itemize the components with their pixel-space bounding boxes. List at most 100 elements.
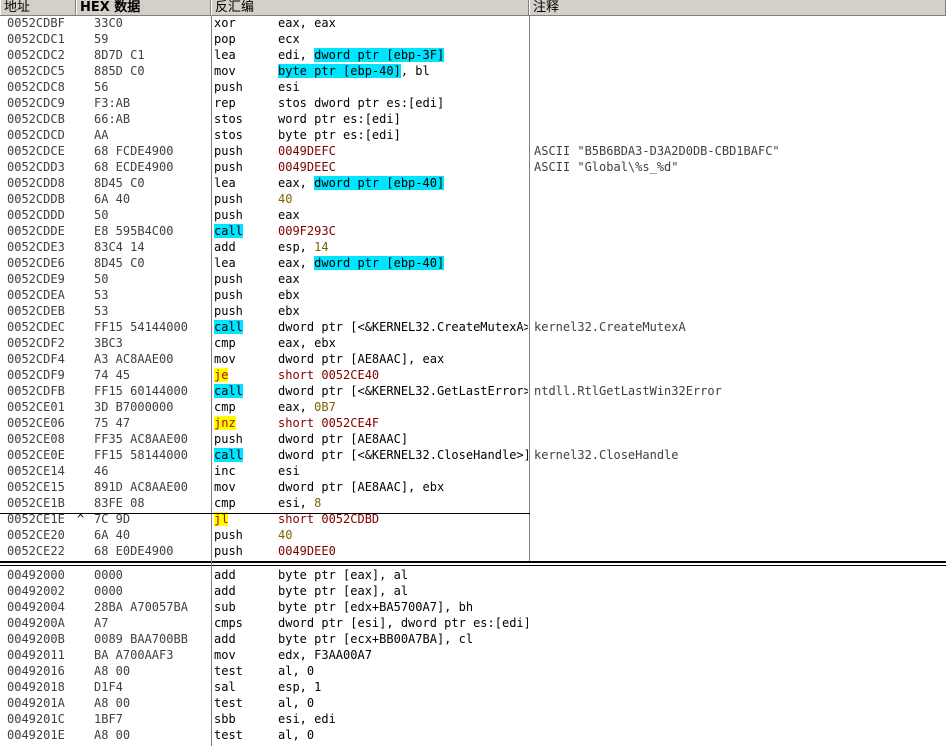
- mnemonic: add: [214, 240, 236, 254]
- disasm-row[interactable]: 0049201E A8 00 test al, 0: [0, 727, 946, 743]
- comment-cell: kernel32.CreateMutexA: [534, 320, 686, 334]
- operands-cell: eax: [278, 207, 528, 223]
- operands-cell: dword ptr [<&KERNEL32.CreateMutexA>]: [278, 319, 528, 335]
- disasm-row[interactable]: 0049201C 1BF7 sbb esi, edi: [0, 711, 946, 727]
- disasm-row[interactable]: 0052CDC5 885D C0 mov byte ptr [ebp-40], bl: [0, 63, 946, 79]
- disasm-row[interactable]: 0052CDD8 8D45 C0 lea eax, dword ptr [ebp-40…: [0, 175, 946, 191]
- disasm-row[interactable]: 0052CDEA 53 push ebx: [0, 287, 946, 303]
- operand: dword ptr [ebp-3F]: [314, 48, 445, 62]
- mnemonic: mov: [214, 648, 236, 662]
- address-cell: 0052CDE6: [7, 256, 65, 270]
- disasm-row[interactable]: 00492016 A8 00 test al, 0: [0, 663, 946, 679]
- address-cell: 00492016: [7, 664, 65, 678]
- hex-cell: 74 45: [94, 368, 131, 382]
- mnemonic: push: [214, 144, 243, 158]
- hex-cell: 28BA A70057BA: [94, 600, 188, 614]
- disasm-row[interactable]: 0052CDC9 F3:AB rep stos dword ptr es:[edi]: [0, 95, 946, 111]
- disasm-row[interactable]: 0052CE22 68 E0DE4900 push 0049DEE0: [0, 543, 946, 559]
- mnemonic: rep: [214, 96, 236, 110]
- mnemonic: sbb: [214, 712, 236, 726]
- mnemonic-cell: push: [214, 159, 276, 175]
- disasm-row[interactable]: 0052CDCE 68 FCDE4900 push 0049DEFC ASCII "B5…: [0, 143, 946, 159]
- disasm-row[interactable]: 0049200A A7 cmps dword ptr [esi], dword ptr…: [0, 615, 946, 631]
- mnemonic-cell: add: [214, 567, 276, 583]
- address-cell: 0049201A: [7, 696, 65, 710]
- disasm-row[interactable]: 0052CE06 75 47 jnz short 0052CE4F: [0, 415, 946, 431]
- mnemonic-cell: push: [214, 191, 276, 207]
- operands-cell: al, 0: [278, 695, 528, 711]
- disasm-row[interactable]: 0052CDEC FF15 54144000 call dword ptr [<&KE…: [0, 319, 946, 335]
- mnemonic-cell: je: [214, 367, 276, 383]
- disasm-row[interactable]: 0052CDDE E8 595B4C00 call 009F293C: [0, 223, 946, 239]
- disasm-row[interactable]: 0052CDC1 59 pop ecx: [0, 31, 946, 47]
- mnemonic: stos: [214, 112, 243, 126]
- address-cell: 0052CDC8: [7, 80, 65, 94]
- address-cell: 0052CDEC: [7, 320, 65, 334]
- memory-disassembly-pane[interactable]: 00492000 0000 add byte ptr [eax], al 0049200…: [0, 567, 946, 746]
- disasm-row[interactable]: 00492018 D1F4 sal esp, 1: [0, 679, 946, 695]
- address-cell: 0052CDBF: [7, 16, 65, 30]
- disasm-row[interactable]: 0052CE1B 83FE 08 cmp esi, 8: [0, 495, 946, 511]
- disassembly-pane[interactable]: 0052CDBF 33C0 xor eax, eax 0052CDC1 59 pop ecx 0…: [0, 15, 946, 561]
- header-hex-data[interactable]: HEX 数据: [76, 0, 211, 15]
- mnemonic: add: [214, 568, 236, 582]
- mnemonic: xor: [214, 16, 236, 30]
- address-cell: 00492002: [7, 584, 65, 598]
- pane-splitter[interactable]: [0, 561, 946, 563]
- operands-cell: esi, edi: [278, 711, 528, 727]
- disasm-row[interactable]: 0052CE0E FF15 58144000 call dword ptr [<&KE…: [0, 447, 946, 463]
- disasm-row[interactable]: 0052CDE6 8D45 C0 lea eax, dword ptr [ebp-40…: [0, 255, 946, 271]
- operands-cell: eax: [278, 271, 528, 287]
- header-comment[interactable]: 注释: [529, 0, 946, 15]
- disasm-row[interactable]: 0052CDC8 56 push esi: [0, 79, 946, 95]
- disasm-row[interactable]: 0052CE20 6A 40 push 40: [0, 527, 946, 543]
- pane-splitter-line: [0, 565, 946, 566]
- mnemonic-cell: add: [214, 583, 276, 599]
- disasm-row[interactable]: 00492002 0000 add byte ptr [eax], al: [0, 583, 946, 599]
- disasm-row[interactable]: 0052CE14 46 inc esi: [0, 463, 946, 479]
- disasm-row[interactable]: 0052CDCD AA stos byte ptr es:[edi]: [0, 127, 946, 143]
- address-cell: 0052CDFB: [7, 384, 65, 398]
- operands-cell: eax, ebx: [278, 335, 528, 351]
- hex-cell: 46: [94, 464, 109, 478]
- operands-cell: 009F293C: [278, 223, 528, 239]
- disasm-row[interactable]: 0052CDDB 6A 40 push 40: [0, 191, 946, 207]
- header-address[interactable]: 地址: [0, 0, 76, 15]
- disasm-row[interactable]: 0052CDF9 74 45 je short 0052CE40: [0, 367, 946, 383]
- hex-cell: 891D AC8AAE00: [94, 480, 188, 494]
- disasm-row[interactable]: 0052CDF4 A3 AC8AAE00 mov dword ptr [AE8AAC]…: [0, 351, 946, 367]
- disasm-row[interactable]: 0052CDFB FF15 60144000 call dword ptr [<&KE…: [0, 383, 946, 399]
- disasm-row[interactable]: 0052CE01 3D B7000000 cmp eax, 0B7: [0, 399, 946, 415]
- disasm-row[interactable]: 0052CDC2 8D7D C1 lea edi, dword ptr [ebp-3F…: [0, 47, 946, 63]
- disasm-row[interactable]: 0052CDBF 33C0 xor eax, eax: [0, 15, 946, 31]
- disasm-row[interactable]: 0052CDCB 66:AB stos word ptr es:[edi]: [0, 111, 946, 127]
- disasm-row[interactable]: 0049200B 0089 BAA700BB add byte ptr [ecx+BB…: [0, 631, 946, 647]
- mnemonic-cell: test: [214, 727, 276, 743]
- disasm-row[interactable]: 0052CDE9 50 push eax: [0, 271, 946, 287]
- address-cell: 0052CDDD: [7, 208, 65, 222]
- disasm-row[interactable]: 00492000 0000 add byte ptr [eax], al: [0, 567, 946, 583]
- hex-cell: E8 595B4C00: [94, 224, 174, 238]
- header-disassembly[interactable]: 反汇编: [211, 0, 529, 15]
- disasm-row[interactable]: 00492011 BA A700AAF3 mov edx, F3AA00A7: [0, 647, 946, 663]
- disasm-row[interactable]: 0049201A A8 00 test al, 0: [0, 695, 946, 711]
- hex-cell: 1BF7: [94, 712, 123, 726]
- mnemonic: cmp: [214, 336, 236, 350]
- disasm-row[interactable]: 0052CDE3 83C4 14 add esp, 14: [0, 239, 946, 255]
- disasm-row[interactable]: 0052CE15 891D AC8AAE00 mov dword ptr [AE8AA…: [0, 479, 946, 495]
- operand: dword ptr [esi], dword ptr es:[edi]: [278, 616, 528, 630]
- comment-cell: ASCII "Global\%s_%d": [534, 160, 679, 174]
- mnemonic-cell: push: [214, 207, 276, 223]
- operand: al, 0: [278, 696, 315, 710]
- disasm-row[interactable]: 0052CDEB 53 push ebx: [0, 303, 946, 319]
- operand: byte ptr [eax], al: [278, 584, 409, 598]
- disasm-row[interactable]: 0052CDD3 68 ECDE4900 push 0049DEEC ASCII "Gl…: [0, 159, 946, 175]
- disasm-row[interactable]: 0052CDF2 3BC3 cmp eax, ebx: [0, 335, 946, 351]
- disasm-row[interactable]: 0052CDDD 50 push eax: [0, 207, 946, 223]
- mnemonic-cell: push: [214, 543, 276, 559]
- operands-cell: ebx: [278, 303, 528, 319]
- disasm-row[interactable]: 00492004 28BA A70057BA sub byte ptr [edx+BA…: [0, 599, 946, 615]
- disasm-row[interactable]: 0052CE08 FF35 AC8AAE00 push dword ptr [AE8A…: [0, 431, 946, 447]
- operand: edi,: [278, 48, 315, 62]
- mnemonic-cell: sub: [214, 599, 276, 615]
